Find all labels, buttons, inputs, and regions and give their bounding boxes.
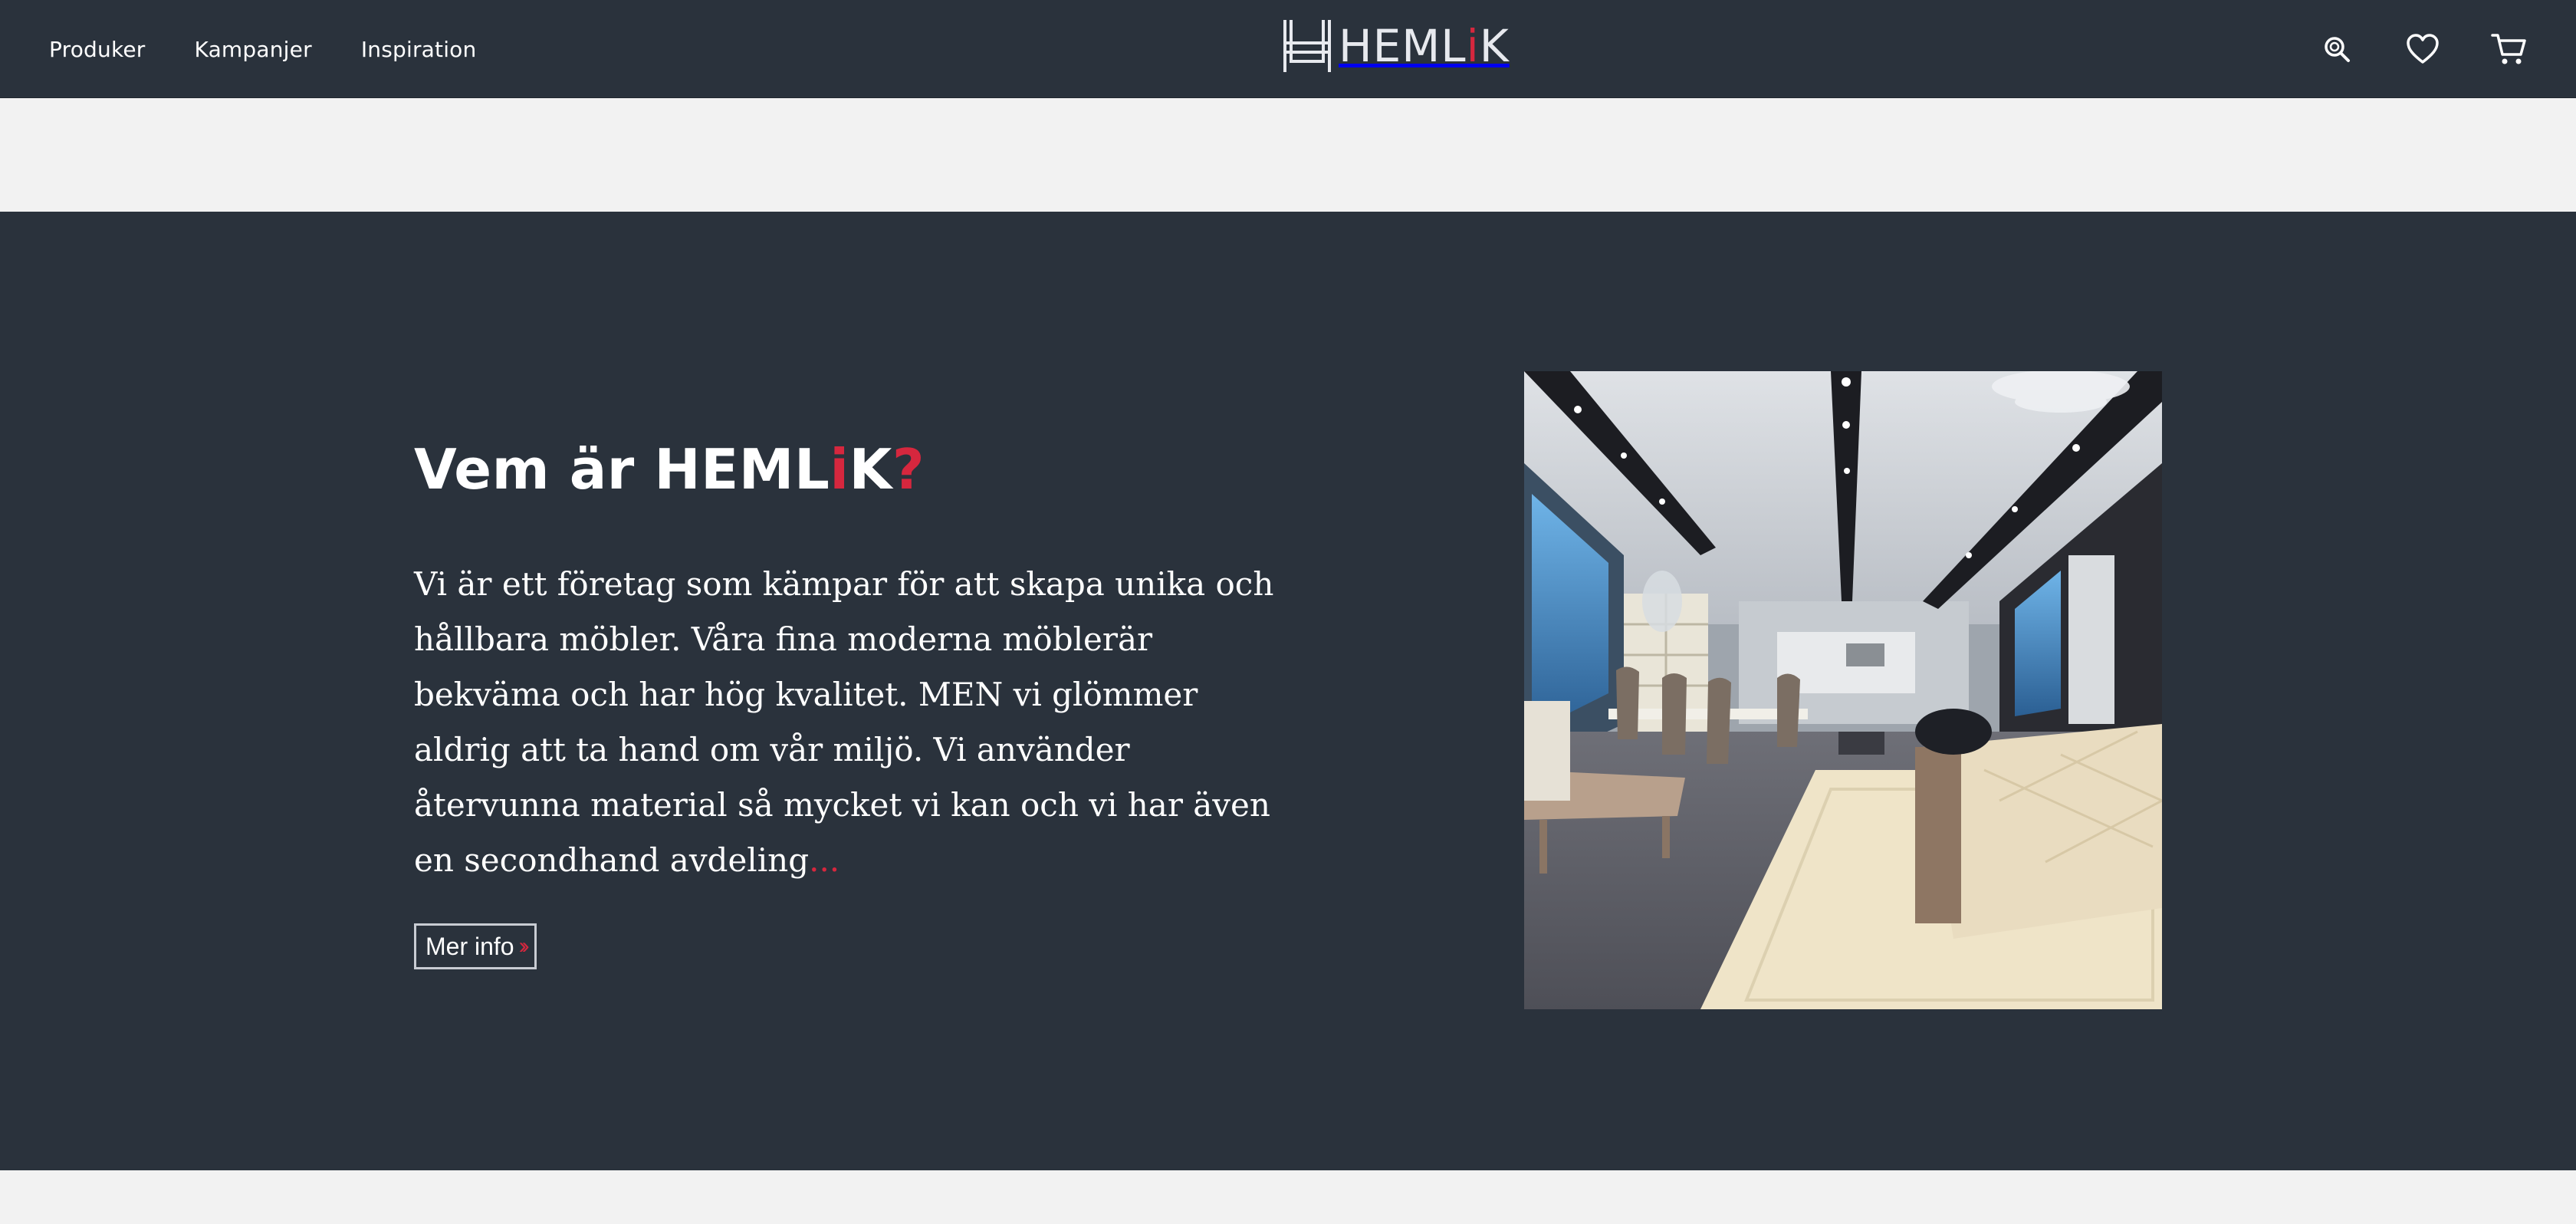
brand-logo-text: HEMLiK	[1339, 20, 1510, 72]
nav-link-kampanjer[interactable]: Kampanjer	[195, 37, 312, 62]
main-nav: Produker Kampanjer Inspiration	[49, 0, 476, 98]
nav-link-inspiration[interactable]: Inspiration	[361, 37, 477, 62]
furniture-showroom-image	[1524, 371, 2162, 1009]
search-icon[interactable]	[2318, 31, 2355, 67]
heart-icon[interactable]	[2404, 31, 2441, 67]
about-section: Vem är HEMLiK? Vi är ett företag som käm…	[0, 212, 2576, 1170]
spacer-band	[0, 98, 2576, 212]
double-chevron-right-icon: ››	[518, 933, 530, 959]
top-navigation-bar: Produker Kampanjer Inspiration HEMLiK	[0, 0, 2576, 98]
about-title: Vem är HEMLiK?	[414, 437, 925, 502]
more-info-label: Mer info	[426, 932, 514, 960]
cart-icon[interactable]	[2490, 31, 2527, 67]
header-actions	[2318, 0, 2527, 98]
chair-logo-icon	[1283, 20, 1331, 72]
nav-link-produker[interactable]: Produker	[49, 37, 146, 62]
bottom-band	[0, 1170, 2576, 1224]
more-info-button[interactable]: Mer info ››	[414, 923, 537, 969]
about-description: Vi är ett företag som kämpar för att ska…	[414, 565, 1274, 879]
brand-logo[interactable]: HEMLiK	[1280, 17, 1510, 75]
